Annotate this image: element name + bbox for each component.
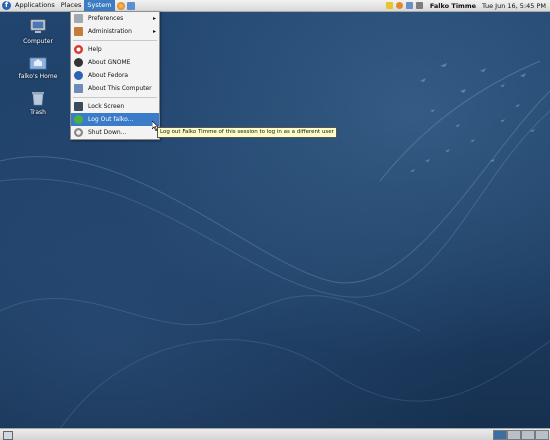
trash-desktop-icon[interactable]: Trash xyxy=(13,90,63,116)
shut-down-label: Shut Down... xyxy=(88,129,127,136)
submenu-arrow-icon: ▸ xyxy=(152,15,156,22)
administration-icon xyxy=(74,27,83,36)
system-menu[interactable]: System xyxy=(84,0,115,11)
system-dropdown-menu: Preferences ▸ Administration ▸ Help Abou… xyxy=(70,11,160,140)
submenu-arrow-icon: ▸ xyxy=(152,28,156,35)
menu-separator xyxy=(73,97,157,98)
mouse-cursor-icon xyxy=(152,121,159,131)
gnome-foot-icon xyxy=(74,58,83,67)
home-desktop-icon[interactable]: falko's Home xyxy=(13,54,63,80)
computer-icon xyxy=(30,19,46,33)
update-tray-icon[interactable] xyxy=(395,2,403,9)
computer-label: Computer xyxy=(23,38,53,45)
menu-item-about-gnome[interactable]: About GNOME xyxy=(71,56,159,69)
menu-item-log-out[interactable]: Log Out falko... xyxy=(71,113,159,126)
menu-item-shut-down[interactable]: Shut Down... xyxy=(71,126,159,139)
running-man-icon xyxy=(74,115,83,124)
workspace-4[interactable] xyxy=(535,430,549,440)
menu-separator xyxy=(73,40,157,41)
workspace-3[interactable] xyxy=(521,430,535,440)
log-out-tooltip: Log out Falko Timme of this session to l… xyxy=(157,127,337,138)
help-label: Help xyxy=(88,46,102,53)
menu-item-administration[interactable]: Administration ▸ xyxy=(71,25,159,38)
administration-label: Administration xyxy=(88,28,132,35)
menu-item-lock-screen[interactable]: Lock Screen xyxy=(71,100,159,113)
about-gnome-label: About GNOME xyxy=(88,59,131,66)
firefox-launcher-icon[interactable] xyxy=(116,1,125,10)
trash-label: Trash xyxy=(30,109,46,116)
fedora-logo-icon xyxy=(74,71,83,80)
about-fedora-label: About Fedora xyxy=(88,72,129,79)
lock-screen-label: Lock Screen xyxy=(88,103,125,110)
menu-item-help[interactable]: Help xyxy=(71,43,159,56)
notes-tray-icon[interactable] xyxy=(385,2,393,9)
panel-right-area: Falko Timme Tue Jun 16, 5:45 PM xyxy=(385,0,550,11)
log-out-label: Log Out falko... xyxy=(88,116,134,123)
show-desktop-button[interactable] xyxy=(3,431,13,440)
home-folder-icon xyxy=(29,57,47,70)
applications-menu[interactable]: Applications xyxy=(12,0,58,11)
preferences-icon xyxy=(74,14,83,23)
lock-screen-icon xyxy=(74,102,83,111)
menu-item-preferences[interactable]: Preferences ▸ xyxy=(71,12,159,25)
power-icon xyxy=(74,128,83,137)
workspace-1[interactable] xyxy=(493,430,507,440)
bottom-panel xyxy=(0,428,550,440)
places-menu[interactable]: Places xyxy=(58,0,85,11)
fedora-logo-icon[interactable]: f xyxy=(2,1,11,10)
volume-tray-icon[interactable] xyxy=(415,2,423,9)
help-lifebuoy-icon xyxy=(74,45,83,54)
trash-icon xyxy=(32,92,44,106)
clock[interactable]: Tue Jun 16, 5:45 PM xyxy=(482,2,546,10)
network-tray-icon[interactable] xyxy=(405,2,413,9)
home-label: falko's Home xyxy=(18,73,58,80)
computer-icon xyxy=(74,84,83,93)
menu-item-about-computer[interactable]: About This Computer xyxy=(71,82,159,95)
menu-item-about-fedora[interactable]: About Fedora xyxy=(71,69,159,82)
workspace-2[interactable] xyxy=(507,430,521,440)
user-switcher[interactable]: Falko Timme xyxy=(430,2,476,10)
about-computer-label: About This Computer xyxy=(88,85,152,92)
email-launcher-icon[interactable] xyxy=(126,1,135,10)
computer-desktop-icon[interactable]: Computer xyxy=(13,19,63,45)
preferences-label: Preferences xyxy=(88,15,124,22)
